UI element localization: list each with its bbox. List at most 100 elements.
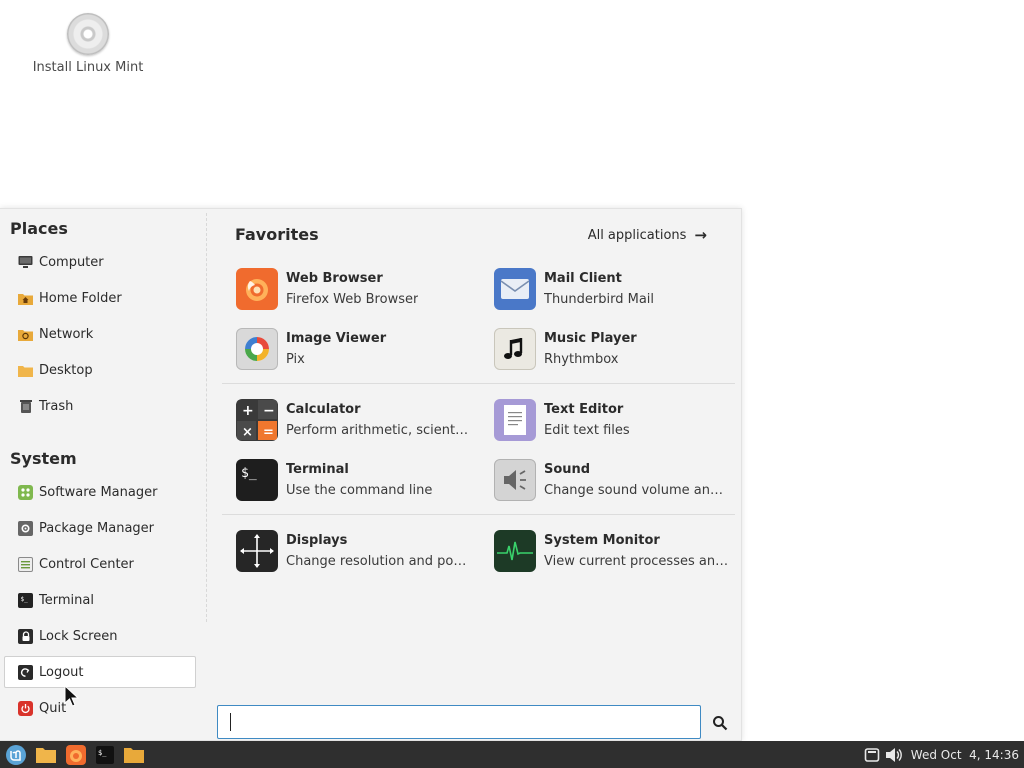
menu-sidebar: Places Computer Home Folder Network Desk… xyxy=(0,209,207,740)
system-tray: Wed Oct 4, 14:36 xyxy=(861,741,1024,768)
menu-button[interactable] xyxy=(0,741,32,768)
firefox-icon xyxy=(66,744,86,765)
package-manager-icon xyxy=(18,520,33,536)
app-description: Edit text files xyxy=(544,423,630,438)
favorites-heading: Favorites xyxy=(235,225,319,244)
system-item-label: Logout xyxy=(39,664,84,680)
taskbar-folder-launcher[interactable] xyxy=(117,741,151,768)
places-item-label: Trash xyxy=(39,398,74,414)
lock-icon xyxy=(18,628,33,644)
app-description: Change sound volume and sound events xyxy=(544,483,729,498)
application-menu: Places Computer Home Folder Network Desk… xyxy=(0,208,742,741)
disc-icon xyxy=(67,13,109,55)
search-input[interactable] xyxy=(217,705,701,739)
taskbar: $_ Wed Oct 4, 14:36 xyxy=(0,741,1024,768)
app-name: Displays xyxy=(286,533,348,548)
places-item-trash[interactable]: Trash xyxy=(4,390,196,422)
favorites-divider xyxy=(222,383,735,384)
svg-text:$_: $_ xyxy=(21,596,29,603)
system-item-label: Terminal xyxy=(39,592,94,608)
taskbar-files-launcher[interactable] xyxy=(32,741,59,768)
svg-text:−: − xyxy=(263,403,275,419)
desktop-folder-icon xyxy=(18,363,33,378)
sound-icon xyxy=(494,459,536,501)
desktop-icon-install-linux-mint[interactable]: Install Linux Mint xyxy=(30,10,146,75)
favorite-mail-client[interactable]: Mail Client Thunderbird Mail xyxy=(494,261,739,317)
firefox-icon xyxy=(236,268,278,310)
app-name: Terminal xyxy=(286,462,349,477)
favorites-panel: Favorites All applications → Web Browser… xyxy=(208,209,741,740)
mail-icon xyxy=(494,268,536,310)
software-manager-icon xyxy=(18,484,33,500)
home-folder-icon xyxy=(18,291,33,306)
system-item-label: Software Manager xyxy=(39,484,158,500)
tray-notifications[interactable] xyxy=(861,741,883,768)
logout-icon xyxy=(18,664,33,680)
system-item-lock-screen[interactable]: Lock Screen xyxy=(4,620,196,652)
music-icon xyxy=(494,328,536,370)
system-item-control-center[interactable]: Control Center xyxy=(4,548,196,580)
favorite-music-player[interactable]: Music Player Rhythmbox xyxy=(494,321,739,377)
app-name: Mail Client xyxy=(544,271,622,286)
favorite-text-editor[interactable]: Text Editor Edit text files xyxy=(494,392,739,448)
svg-text:=: = xyxy=(263,425,274,440)
system-item-software-manager[interactable]: Software Manager xyxy=(4,476,196,508)
arrow-right-icon: → xyxy=(694,226,707,244)
text-caret xyxy=(230,713,231,731)
places-item-network[interactable]: Network xyxy=(4,318,196,350)
places-item-home-folder[interactable]: Home Folder xyxy=(4,282,196,314)
app-name: Web Browser xyxy=(286,271,383,286)
menu-icon xyxy=(6,744,26,765)
calculator-icon: + − × = xyxy=(236,399,278,441)
mouse-pointer-icon xyxy=(64,685,80,707)
app-description: Perform arithmetic, scientific or financ… xyxy=(286,423,471,438)
system-item-label: Lock Screen xyxy=(39,628,118,644)
folder-icon xyxy=(124,748,144,763)
favorite-sound[interactable]: Sound Change sound volume and sound even… xyxy=(494,452,739,508)
clock[interactable]: Wed Oct 4, 14:36 xyxy=(911,748,1019,762)
search-icon[interactable] xyxy=(712,715,728,731)
app-name: Music Player xyxy=(544,331,637,346)
text-editor-icon xyxy=(494,399,536,441)
places-heading: Places xyxy=(10,219,68,238)
app-description: Pix xyxy=(286,352,305,367)
favorite-system-monitor[interactable]: System Monitor View current processes an… xyxy=(494,523,739,579)
favorite-displays[interactable]: Displays Change resolution and position … xyxy=(236,523,481,579)
desktop-icon-label: Install Linux Mint xyxy=(32,60,144,75)
places-item-label: Desktop xyxy=(39,362,93,378)
places-item-desktop[interactable]: Desktop xyxy=(4,354,196,386)
app-name: Calculator xyxy=(286,402,361,417)
control-center-icon xyxy=(18,556,33,572)
window-list-icon xyxy=(864,747,880,762)
system-item-label: Quit xyxy=(39,700,67,716)
app-name: Sound xyxy=(544,462,591,477)
system-item-logout[interactable]: Logout xyxy=(4,656,196,688)
taskbar-firefox-launcher[interactable] xyxy=(59,741,93,768)
system-item-package-manager[interactable]: Package Manager xyxy=(4,512,196,544)
favorites-divider xyxy=(222,514,735,515)
favorite-terminal[interactable]: $_ Terminal Use the command line xyxy=(236,452,481,508)
places-item-label: Computer xyxy=(39,254,104,270)
app-description: Rhythmbox xyxy=(544,352,619,367)
all-applications-label: All applications xyxy=(587,227,687,243)
network-icon xyxy=(18,327,33,342)
power-icon xyxy=(18,700,33,716)
system-item-quit[interactable]: Quit xyxy=(4,692,196,724)
favorite-web-browser[interactable]: Web Browser Firefox Web Browser xyxy=(236,261,481,317)
system-item-terminal[interactable]: $_ Terminal xyxy=(4,584,196,616)
places-item-computer[interactable]: Computer xyxy=(4,246,196,278)
favorite-calculator[interactable]: + − × = Calculator Perform arithmetic, scie… xyxy=(236,392,481,448)
files-icon xyxy=(35,748,56,763)
volume-icon xyxy=(885,747,902,762)
app-name: Image Viewer xyxy=(286,331,387,346)
terminal-icon: $_ xyxy=(96,745,114,764)
favorite-image-viewer[interactable]: Image Viewer Pix xyxy=(236,321,481,377)
places-item-label: Network xyxy=(39,326,94,342)
tray-volume[interactable] xyxy=(883,741,905,768)
displays-icon xyxy=(236,530,278,572)
all-applications-link[interactable]: All applications → xyxy=(588,226,707,244)
taskbar-terminal-launcher[interactable]: $_ xyxy=(93,741,117,768)
trash-icon xyxy=(18,399,33,414)
system-item-label: Package Manager xyxy=(39,520,155,536)
places-item-label: Home Folder xyxy=(39,290,122,306)
